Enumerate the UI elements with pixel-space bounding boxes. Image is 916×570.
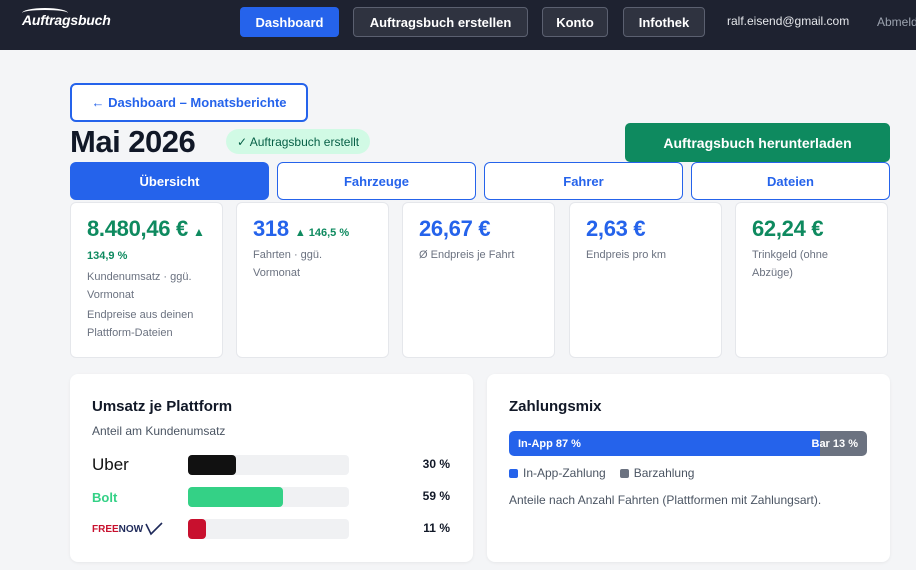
payment-mix-note: Anteile nach Anzahl Fahrten (Plattformen… bbox=[509, 493, 822, 507]
payment-mix-panel: Zahlungsmix In-App 87 % Bar 13 % In-App-… bbox=[487, 374, 890, 562]
kpi-rides-label: Fahrten · ggü. Vormonat bbox=[253, 249, 323, 279]
tab-vehicles[interactable]: Fahrzeuge bbox=[277, 162, 476, 200]
legend-swatch-cash-icon bbox=[619, 468, 629, 478]
in-app-segment-label: In-App 87 % bbox=[518, 437, 581, 450]
uber-logo: Uber bbox=[92, 454, 129, 476]
legend-item-in-app: In-App-Zahlung bbox=[509, 466, 606, 480]
platform-row-freenow: FREE NOW 11 % bbox=[92, 518, 452, 540]
kpi-card-tips: 62,24 € Trinkgeld (ohne Abzüge) bbox=[735, 202, 888, 358]
logo-swoosh-icon bbox=[22, 8, 68, 18]
tab-files[interactable]: Dateien bbox=[691, 162, 890, 200]
bolt-logo-text: Bolt bbox=[92, 489, 118, 505]
tab-overview[interactable]: Übersicht bbox=[70, 162, 269, 200]
kpi-revenue-label: Kundenumsatz · ggü. Vormonat bbox=[87, 271, 192, 301]
platform-panel-title: Umsatz je Plattform bbox=[92, 398, 233, 415]
bolt-share-bar-track bbox=[188, 487, 349, 507]
kpi-revenue-note: Endpreise aus deinen Plattform-Dateien bbox=[87, 309, 194, 339]
freenow-share-percent: 11 % bbox=[423, 521, 450, 535]
freenow-logo-text-b: NOW bbox=[118, 523, 144, 535]
freenow-logo-text-a: FREE bbox=[92, 523, 119, 535]
cash-segment-label: Bar 13 % bbox=[811, 437, 858, 450]
platform-panel-subtitle: Anteil am Kundenumsatz bbox=[92, 424, 226, 438]
status-badge: ✓ Auftragsbuch erstellt bbox=[226, 129, 371, 154]
bolt-logo: Bolt bbox=[92, 486, 117, 508]
kpi-card-revenue: 8.480,46 € ▲ 134,9 % Kundenumsatz · ggü.… bbox=[70, 202, 223, 358]
kpi-price-per-km-label: Endpreis pro km bbox=[586, 249, 667, 261]
user-email: ralf.eisend@gmail.com bbox=[727, 14, 850, 28]
payment-legend: In-App-Zahlung Barzahlung bbox=[509, 466, 694, 480]
back-to-monthly-reports-button[interactable]: ← Dashboard – Monatsberichte bbox=[70, 83, 308, 122]
freenow-share-bar-track bbox=[188, 519, 349, 539]
kpi-avg-price-label: Ø Endpreis je Fahrt bbox=[419, 249, 515, 261]
logout-link[interactable]: Abmelden bbox=[877, 15, 916, 29]
kpi-revenue-delta-arrow-icon: ▲ bbox=[193, 225, 205, 239]
legend-swatch-in-app-icon bbox=[509, 468, 518, 478]
cash-segment: Bar 13 % bbox=[812, 431, 867, 456]
kpi-card-price-per-km: 2,63 € Endpreis pro km bbox=[569, 202, 722, 358]
kpi-price-per-km-value: 2,63 € bbox=[586, 216, 646, 241]
nav-library-button[interactable]: Infothek bbox=[623, 7, 705, 37]
kpi-card-avg-price: 26,67 € Ø Endpreis je Fahrt bbox=[402, 202, 555, 358]
kpi-revenue-delta: 134,9 % bbox=[87, 250, 128, 262]
nav-create-button[interactable]: Auftragsbuch erstellen bbox=[353, 7, 528, 37]
kpi-rides-value: 318 bbox=[253, 216, 289, 241]
payment-panel-title: Zahlungsmix bbox=[509, 398, 602, 415]
bolt-share-percent: 59 % bbox=[422, 489, 450, 503]
kpi-tips-value: 62,24 € bbox=[752, 216, 824, 241]
payment-mix-bar: In-App 87 % Bar 13 % bbox=[509, 431, 867, 456]
in-app-segment: In-App 87 % bbox=[509, 431, 821, 456]
app-logo[interactable]: Auftragsbuch bbox=[22, 8, 111, 28]
bolt-share-bar bbox=[188, 487, 283, 507]
kpi-tips-label: Trinkgeld (ohne Abzüge) bbox=[752, 249, 829, 279]
nav-account-button[interactable]: Konto bbox=[542, 7, 608, 37]
uber-share-percent: 30 % bbox=[422, 457, 450, 471]
platform-row-uber: Uber 30 % bbox=[92, 454, 452, 476]
platform-revenue-panel: Umsatz je Plattform Anteil am Kundenumsa… bbox=[70, 374, 473, 562]
freenow-check-icon bbox=[145, 522, 163, 536]
kpi-revenue-value: 8.480,46 € bbox=[87, 216, 188, 241]
nav-dashboard-button[interactable]: Dashboard bbox=[240, 7, 339, 37]
freenow-share-bar bbox=[188, 519, 206, 539]
kpi-avg-price-value: 26,67 € bbox=[419, 216, 491, 241]
download-button[interactable]: Auftragsbuch herunterladen bbox=[625, 123, 890, 162]
kpi-rides-delta: ▲ 146,5 % bbox=[294, 227, 350, 239]
top-navigation-bar: Auftragsbuch Dashboard Auftragsbuch erst… bbox=[0, 0, 916, 50]
uber-logo-text: Uber bbox=[92, 455, 129, 474]
platform-row-bolt: Bolt 59 % bbox=[92, 486, 452, 508]
uber-share-bar bbox=[188, 455, 237, 475]
legend-cash-label: Barzahlung bbox=[633, 466, 695, 480]
uber-share-bar-track bbox=[188, 455, 349, 475]
page-title: Mai 2026 bbox=[70, 124, 196, 159]
kpi-card-rides: 318 ▲ 146,5 % Fahrten · ggü. Vormonat bbox=[236, 202, 389, 358]
tab-drivers[interactable]: Fahrer bbox=[484, 162, 683, 200]
legend-in-app-label: In-App-Zahlung bbox=[523, 466, 606, 480]
freenow-logo: FREE NOW bbox=[92, 518, 163, 540]
legend-item-cash: Barzahlung bbox=[619, 466, 695, 480]
